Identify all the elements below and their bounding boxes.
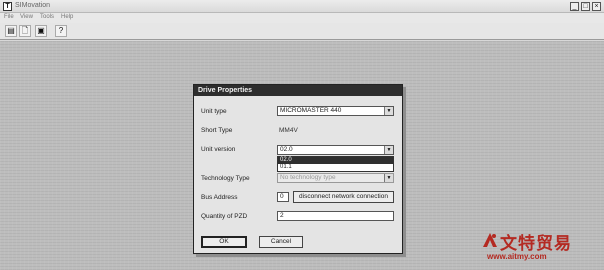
unit-version-value: 02.0 [280,146,293,153]
technology-type-select[interactable]: No technology type ▼ [277,173,394,183]
menu-file[interactable]: File [4,14,14,20]
unit-type-label: Unit type [201,108,227,115]
menu-view[interactable]: View [20,14,33,20]
disconnect-network-button[interactable]: disconnect network connection [293,191,394,203]
technology-type-label: Technology Type [201,175,250,182]
help-icon[interactable]: ? [55,25,67,37]
toolbar: ▤ 🗋 ▣ ? [0,23,604,40]
version-option[interactable]: 02.0 [278,157,393,164]
close-button[interactable]: × [592,2,601,11]
menu-bar: File View Tools Help [0,13,604,23]
watermark-text: 文特贸易 [500,234,572,254]
maximize-button[interactable]: □ [581,2,590,11]
title-bar: T SIMovation _ □ × [0,0,604,13]
save-icon[interactable]: ▣ [35,25,47,37]
chevron-down-icon[interactable]: ▼ [384,107,393,115]
open-file-icon[interactable]: 🗋 [19,25,31,37]
window-title: SIMovation [15,2,51,9]
app-icon: T [3,2,12,11]
version-option[interactable]: 01.1 [278,164,393,171]
pzd-label: Quantity of PZD [201,213,248,220]
ok-button[interactable]: OK [201,236,247,248]
unit-type-value: MICROMASTER 440 [280,107,342,114]
watermark-logo-icon [483,233,497,247]
technology-type-value: No technology type [280,174,336,181]
pzd-input[interactable]: 2 [277,211,394,221]
cancel-button[interactable]: Cancel [259,236,303,248]
unit-type-select[interactable]: MICROMASTER 440 ▼ [277,106,394,116]
chevron-down-icon[interactable]: ▼ [384,146,393,154]
drive-properties-dialog: Drive Properties Unit type MICROMASTER 4… [193,84,403,254]
watermark-url: www.aitmy.com [487,252,547,261]
chevron-down-icon[interactable]: ▼ [384,174,393,182]
unit-version-dropdown: 02.0 01.1 [277,156,394,172]
minimize-button[interactable]: _ [570,2,579,11]
menu-help[interactable]: Help [61,14,73,20]
menu-tools[interactable]: Tools [40,14,54,20]
new-file-icon[interactable]: ▤ [5,25,17,37]
short-type-value: MM4V [279,127,298,134]
bus-address-label: Bus Address [201,194,238,201]
unit-version-select[interactable]: 02.0 ▼ [277,145,394,155]
dialog-title: Drive Properties [194,85,402,96]
window-controls: _ □ × [570,2,601,11]
bus-address-input[interactable]: 0 [277,192,289,202]
short-type-label: Short Type [201,127,233,134]
unit-version-label: Unit version [201,146,236,153]
